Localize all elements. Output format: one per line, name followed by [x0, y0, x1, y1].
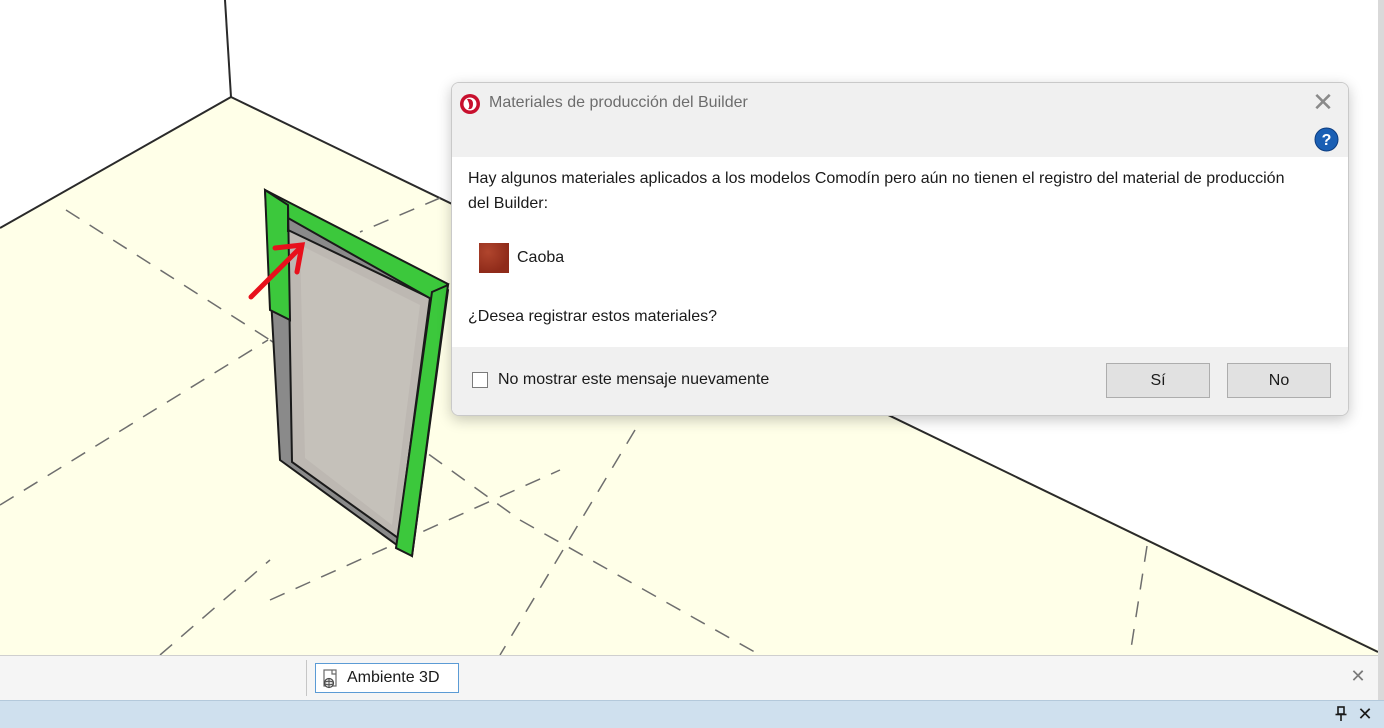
- help-icon[interactable]: ?: [1314, 127, 1339, 152]
- svg-text:?: ?: [1322, 132, 1332, 149]
- dont-show-again-checkbox[interactable]: [472, 372, 488, 388]
- pin-icon[interactable]: [1334, 706, 1348, 722]
- close-icon[interactable]: ✕: [1308, 87, 1338, 117]
- dialog-body: Hay algunos materiales aplicados a los m…: [452, 157, 1348, 347]
- bottom-panel-bar: ✕: [0, 700, 1384, 728]
- builder-materials-dialog: Materiales de producción del Builder ✕ ?…: [451, 82, 1349, 416]
- viewport-border: [1378, 0, 1384, 700]
- close-icon[interactable]: ✕: [1356, 705, 1374, 723]
- app-logo-icon: [460, 94, 480, 114]
- material-name: Caoba: [517, 249, 565, 266]
- close-icon[interactable]: ✕: [1348, 666, 1368, 686]
- tab-divider: [306, 660, 307, 696]
- dialog-footer: No mostrar este mensaje nuevamente Sí No: [452, 347, 1348, 415]
- dialog-message: Hay algunos materiales aplicados a los m…: [468, 170, 1285, 212]
- dont-show-again-label[interactable]: No mostrar este mensaje nuevamente: [498, 371, 769, 389]
- tab-label: Ambiente 3D: [347, 669, 440, 686]
- material-swatch: [479, 243, 509, 273]
- dialog-title: Materiales de producción del Builder: [489, 94, 748, 111]
- document-tab-strip: Ambiente 3D ✕: [0, 655, 1378, 701]
- 3d-environment-icon: [323, 669, 337, 689]
- 3d-viewport[interactable]: Materiales de producción del Builder ✕ ?…: [0, 0, 1384, 728]
- no-button[interactable]: No: [1227, 363, 1331, 398]
- dialog-titlebar[interactable]: Materiales de producción del Builder ✕: [452, 83, 1348, 125]
- help-strip: ?: [452, 125, 1348, 157]
- tab-ambiente-3d[interactable]: Ambiente 3D: [315, 663, 459, 693]
- yes-button[interactable]: Sí: [1106, 363, 1210, 398]
- dialog-question: ¿Desea registrar estos materiales?: [468, 308, 717, 325]
